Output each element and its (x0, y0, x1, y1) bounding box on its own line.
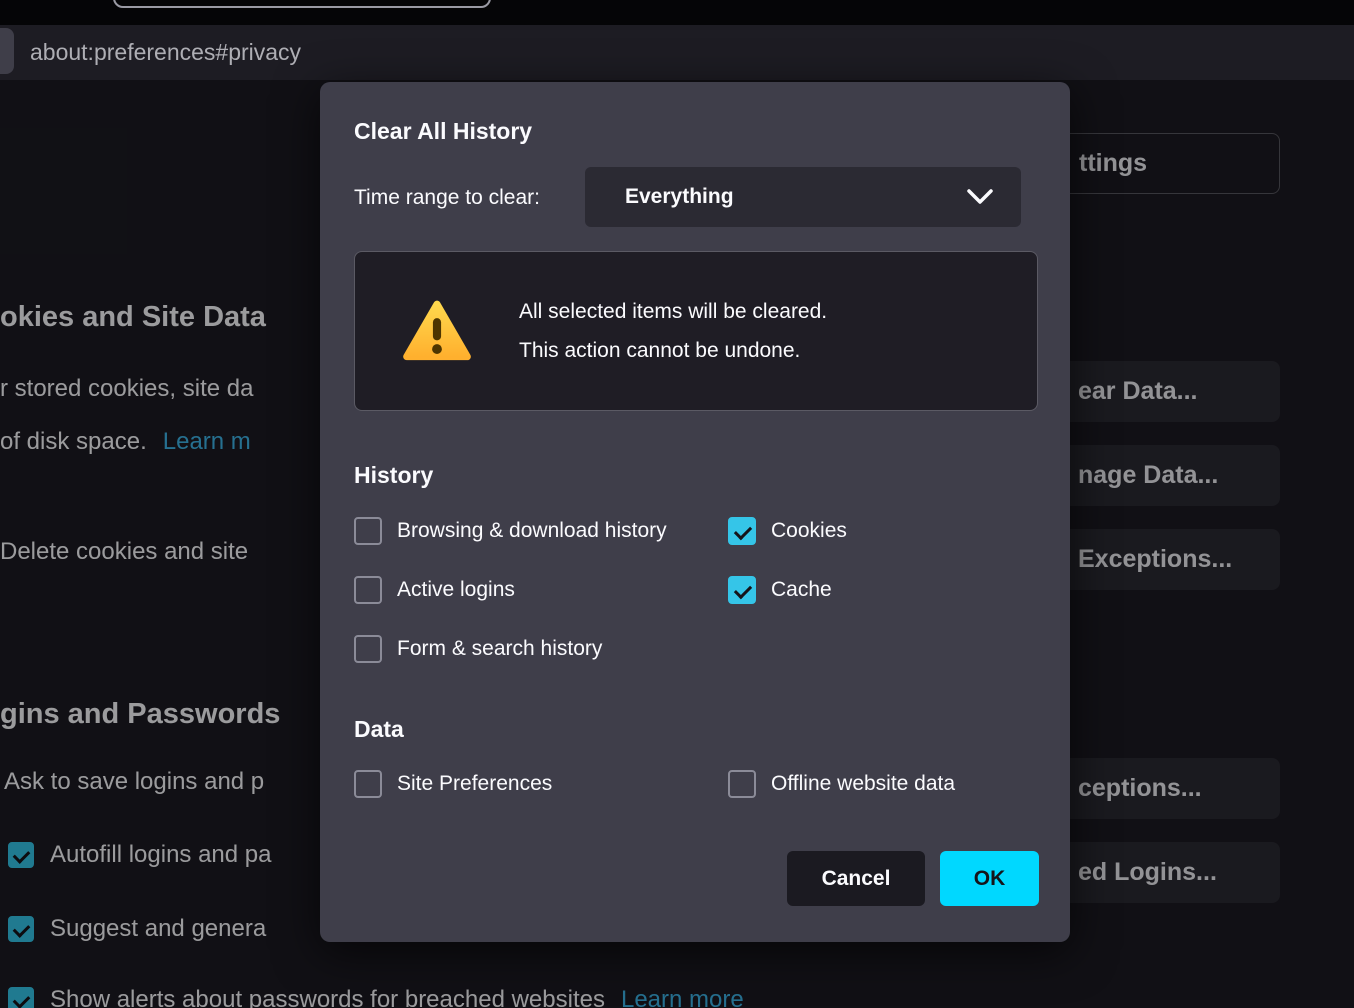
checkbox-row-cache[interactable]: Cache (728, 576, 847, 604)
url-text[interactable]: about:preferences#privacy (30, 39, 301, 66)
warning-line1: All selected items will be cleared. (519, 292, 827, 331)
history-checkbox-grid: Browsing & download history Cookies Acti… (354, 517, 847, 663)
data-heading: Data (354, 716, 404, 743)
checkbox-label: Cache (771, 578, 832, 602)
checkbox-label: Form & search history (397, 637, 602, 661)
warning-line2: This action cannot be undone. (519, 331, 827, 370)
clear-history-dialog: Clear All History Time range to clear: E… (320, 82, 1070, 942)
urlbar-outline-fragment (113, 0, 491, 8)
toolbar-button-fragment[interactable] (0, 28, 14, 74)
checkbox-active-logins[interactable] (354, 576, 382, 604)
ok-button[interactable]: OK (940, 851, 1039, 906)
browser-chrome-top (0, 0, 1354, 25)
checkbox-label: Offline website data (771, 772, 955, 796)
checkbox-label: Cookies (771, 519, 847, 543)
checkbox-label: Browsing & download history (397, 519, 667, 543)
checkbox-row-form-search-history[interactable]: Form & search history (354, 635, 728, 663)
browser-urlbar[interactable]: about:preferences#privacy (0, 25, 1354, 80)
checkbox-label: Site Preferences (397, 772, 552, 796)
checkbox-row-browsing-download-history[interactable]: Browsing & download history (354, 517, 728, 545)
data-checkbox-grid: Site Preferences Offline website data (354, 770, 955, 798)
chevron-down-icon (967, 189, 993, 205)
cancel-button[interactable]: Cancel (787, 851, 925, 906)
checkbox-site-preferences[interactable] (354, 770, 382, 798)
checkbox-row-site-preferences[interactable]: Site Preferences (354, 770, 728, 798)
checkbox-row-offline-website-data[interactable]: Offline website data (728, 770, 955, 798)
time-range-value: Everything (625, 185, 734, 209)
time-range-select[interactable]: Everything (585, 167, 1021, 227)
checkbox-browsing-download-history[interactable] (354, 517, 382, 545)
warning-box: All selected items will be cleared. This… (354, 251, 1038, 411)
checkbox-cache[interactable] (728, 576, 756, 604)
checkbox-label: Active logins (397, 578, 515, 602)
checkbox-cookies[interactable] (728, 517, 756, 545)
checkbox-row-active-logins[interactable]: Active logins (354, 576, 728, 604)
checkbox-row-cookies[interactable]: Cookies (728, 517, 847, 545)
checkbox-offline-website-data[interactable] (728, 770, 756, 798)
time-range-label: Time range to clear: (354, 186, 540, 210)
checkbox-form-search-history[interactable] (354, 635, 382, 663)
dialog-title: Clear All History (354, 118, 532, 145)
history-heading: History (354, 462, 433, 489)
warning-icon (402, 299, 472, 363)
